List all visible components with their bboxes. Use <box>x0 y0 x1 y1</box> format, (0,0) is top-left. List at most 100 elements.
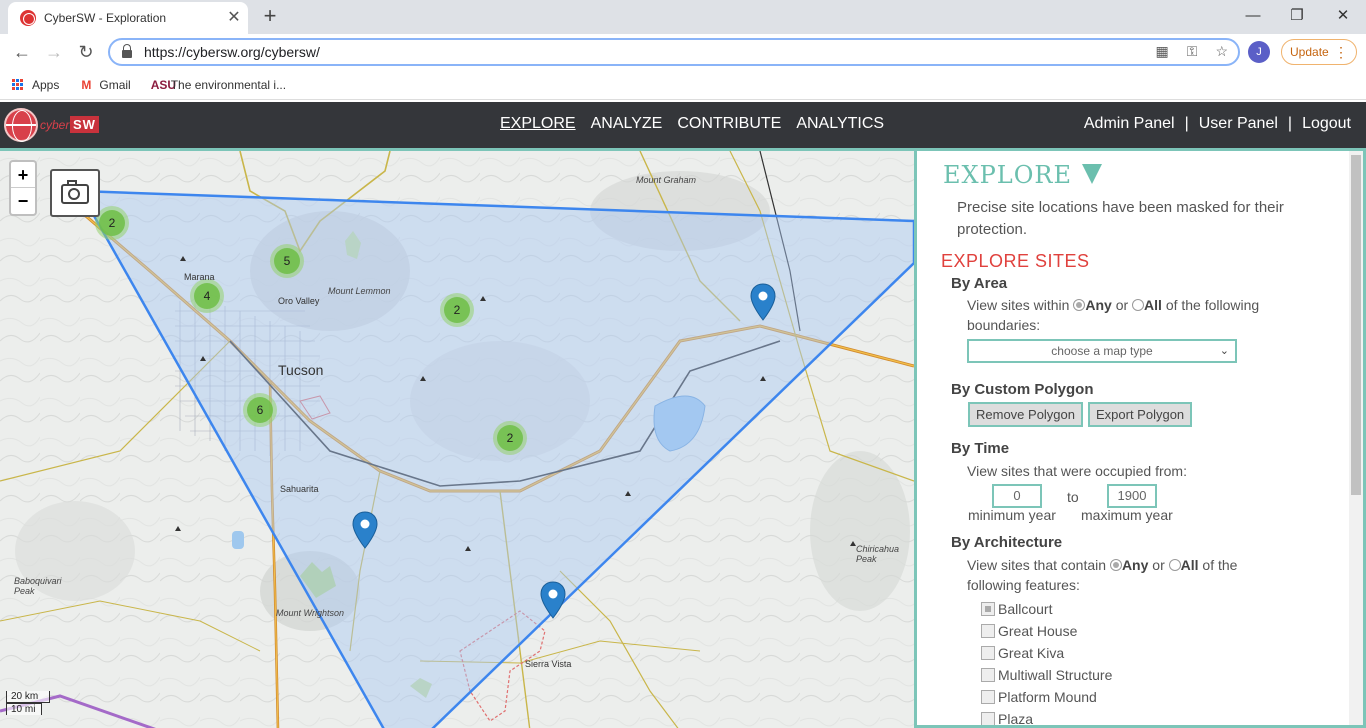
site-header: cyber SW EXPLORE ANALYZE CONTRIBUTE ANAL… <box>0 102 1366 148</box>
nav-contribute[interactable]: CONTRIBUTE <box>677 115 781 133</box>
globe-logo-icon <box>4 108 38 142</box>
main-nav: EXPLORE ANALYZE CONTRIBUTE ANALYTICS <box>500 115 884 133</box>
checkbox[interactable] <box>981 646 995 660</box>
map-label: Mount Lemmon <box>328 286 391 296</box>
checkbox[interactable] <box>981 668 995 682</box>
user-panel-link[interactable]: User Panel <box>1199 115 1278 133</box>
area-all-label: All <box>1144 297 1162 313</box>
site-cluster[interactable]: 6 <box>243 393 277 427</box>
site-cluster[interactable]: 2 <box>95 206 129 240</box>
site-cluster[interactable]: 2 <box>440 293 474 327</box>
area-or-text: or <box>1115 297 1129 313</box>
panel-title-text: EXPLORE <box>943 161 1072 189</box>
close-window-icon[interactable]: ✕ <box>1320 0 1366 30</box>
by-area-suffix: of the following <box>1165 297 1260 313</box>
admin-panel-link[interactable]: Admin Panel <box>1084 115 1175 133</box>
gmail-icon: M <box>81 77 92 92</box>
export-polygon-button[interactable]: Export Polygon <box>1088 402 1193 427</box>
explore-sites-heading: EXPLORE SITES <box>941 251 1090 271</box>
bookmark-star-icon[interactable]: ☆ <box>1215 43 1228 60</box>
feature-label: Multiwall Structure <box>998 667 1113 683</box>
cluster-count: 6 <box>247 397 273 423</box>
feature-platform-mound[interactable]: Platform Mound <box>981 686 1112 708</box>
restore-icon[interactable]: ❐ <box>1274 0 1320 30</box>
profile-avatar[interactable]: J <box>1248 41 1270 63</box>
feature-great-house[interactable]: Great House <box>981 620 1112 642</box>
scrollbar-thumb[interactable] <box>1351 155 1361 495</box>
logo-sw-text: SW <box>70 116 99 133</box>
explore-panel: EXPLORE Precise site locations have been… <box>914 148 1366 728</box>
map-marker-icon[interactable] <box>540 581 566 619</box>
panel-scrollbar[interactable] <box>1349 151 1363 725</box>
url-text: https://cybersw.org/cybersw/ <box>144 44 320 60</box>
map-label: Tucson <box>278 362 324 378</box>
cluster-count: 2 <box>497 425 523 451</box>
max-year-label: maximum year <box>1081 507 1173 523</box>
by-time-text: View sites that were occupied from: <box>967 463 1187 479</box>
area-any-label: Any <box>1085 297 1112 313</box>
nav-analytics[interactable]: ANALYTICS <box>796 115 884 133</box>
feature-multiwall-structure[interactable]: Multiwall Structure <box>981 664 1112 686</box>
back-icon[interactable]: ← <box>10 40 34 64</box>
feature-label: Great House <box>998 623 1078 639</box>
nav-explore[interactable]: EXPLORE <box>500 115 576 133</box>
minimize-icon[interactable]: — <box>1230 0 1276 30</box>
area-all-radio[interactable] <box>1132 299 1145 311</box>
map-marker-icon[interactable] <box>750 283 776 321</box>
map-marker-icon[interactable] <box>352 511 378 549</box>
by-area-heading: By Area <box>951 275 1008 292</box>
site-cluster[interactable]: 4 <box>190 279 224 313</box>
by-time-heading: By Time <box>951 440 1010 457</box>
checkbox[interactable] <box>981 602 995 616</box>
new-tab-button[interactable]: + <box>258 5 282 29</box>
update-button[interactable]: Update ⋮ <box>1281 39 1357 65</box>
site-cluster[interactable]: 5 <box>270 244 304 278</box>
feature-label: Plaza <box>998 711 1034 727</box>
bookmark-apps[interactable]: Apps <box>12 78 59 92</box>
panel-title[interactable]: EXPLORE <box>943 161 1102 189</box>
area-any-radio[interactable] <box>1073 299 1086 311</box>
tab-close-icon[interactable]: ✕ <box>220 10 248 26</box>
by-area-prefix: View sites within <box>967 297 1070 313</box>
feature-ballcourt[interactable]: Ballcourt <box>981 598 1112 620</box>
reload-icon[interactable]: ↻ <box>74 40 98 64</box>
by-area-line2: boundaries: <box>967 317 1041 333</box>
checkbox[interactable] <box>981 624 995 638</box>
forward-icon[interactable]: → <box>42 40 66 64</box>
map-view[interactable]: 2 5 4 2 6 2 Mount Graham Marana Oro Vall… <box>0 148 914 728</box>
remove-polygon-button[interactable]: Remove Polygon <box>968 402 1083 427</box>
user-nav: Admin Panel | User Panel | Logout <box>1084 115 1351 133</box>
zoom-in-button[interactable]: + <box>11 162 35 188</box>
feature-plaza[interactable]: Plaza <box>981 708 1112 727</box>
zoom-out-button[interactable]: − <box>11 188 35 214</box>
scale-mi: 10 mi <box>6 703 42 715</box>
checkbox[interactable] <box>981 690 995 704</box>
camera-icon[interactable] <box>50 169 100 217</box>
feature-great-kiva[interactable]: Great Kiva <box>981 642 1112 664</box>
arch-all-label: All <box>1180 557 1199 573</box>
bookmark-label: Gmail <box>99 77 131 92</box>
by-polygon-heading: By Custom Polygon <box>951 381 1094 398</box>
bookmark-gmail[interactable]: M Gmail <box>79 78 130 92</box>
address-bar[interactable]: https://cybersw.org/cybersw/ ▦ ⚿ ☆ <box>108 38 1240 66</box>
nav-analyze[interactable]: ANALYZE <box>591 115 663 133</box>
arch-any-radio[interactable] <box>1109 559 1122 571</box>
arch-suffix: of the <box>1202 557 1238 573</box>
cybersw-logo[interactable]: cyber SW <box>4 108 99 142</box>
arch-any-label: Any <box>1121 557 1149 573</box>
map-type-select[interactable]: choose a map type ⌄ <box>967 339 1237 363</box>
map-label: Sahuarita <box>280 484 319 494</box>
map-label: Marana <box>184 272 215 282</box>
site-cluster[interactable]: 2 <box>493 421 527 455</box>
asu-icon: ASU <box>150 77 177 92</box>
logout-link[interactable]: Logout <box>1302 115 1351 133</box>
collapse-triangle-icon[interactable] <box>1081 164 1102 184</box>
checkbox[interactable] <box>981 712 995 725</box>
arch-all-radio[interactable] <box>1168 559 1181 571</box>
key-icon[interactable]: ⚿ <box>1187 43 1198 60</box>
browser-tab[interactable]: CyberSW - Exploration ✕ <box>8 2 248 34</box>
bookmark-environmental[interactable]: ASU The environmental i... <box>151 78 286 92</box>
panel-description: Precise site locations have been masked … <box>957 199 1284 238</box>
qr-code-icon[interactable]: ▦ <box>1156 43 1169 60</box>
apps-grid-icon <box>12 79 26 90</box>
